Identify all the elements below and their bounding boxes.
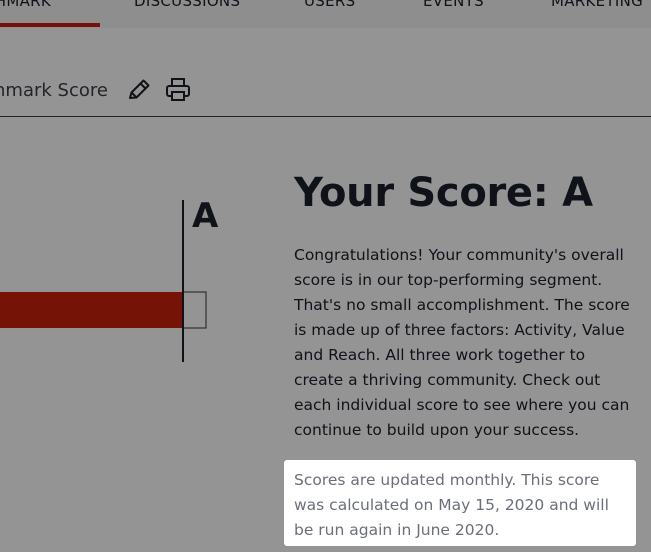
tab-discussions[interactable]: DISCUSSIONS: [134, 0, 240, 16]
toolbar-divider: [0, 116, 651, 117]
score-description: Congratulations! Your community's overal…: [294, 246, 630, 439]
page: CHMARK DISCUSSIONS USERS EVENTS MARKETIN…: [0, 0, 651, 552]
tab-users[interactable]: USERS: [304, 0, 355, 16]
update-note-text: Scores are updated monthly. This score w…: [294, 471, 609, 539]
score-bar-remainder: [182, 291, 207, 329]
toolbar: nmark Score: [0, 28, 651, 116]
active-tab-indicator: [0, 23, 100, 27]
tab-marketing[interactable]: MARKETING: [551, 0, 643, 16]
score-heading: Your Score: A: [294, 170, 593, 216]
update-note-spotlight: Scores are updated monthly. This score w…: [284, 460, 636, 546]
score-bar: [0, 292, 183, 328]
tab-events[interactable]: EVENTS: [423, 0, 484, 16]
page-title: nmark Score: [0, 80, 108, 101]
printer-icon[interactable]: [164, 76, 192, 104]
top-nav: CHMARK DISCUSSIONS USERS EVENTS MARKETIN…: [0, 0, 651, 28]
chart-grade-label: A: [192, 196, 219, 236]
pencil-icon[interactable]: [125, 76, 153, 104]
tab-benchmark[interactable]: CHMARK: [0, 0, 51, 16]
